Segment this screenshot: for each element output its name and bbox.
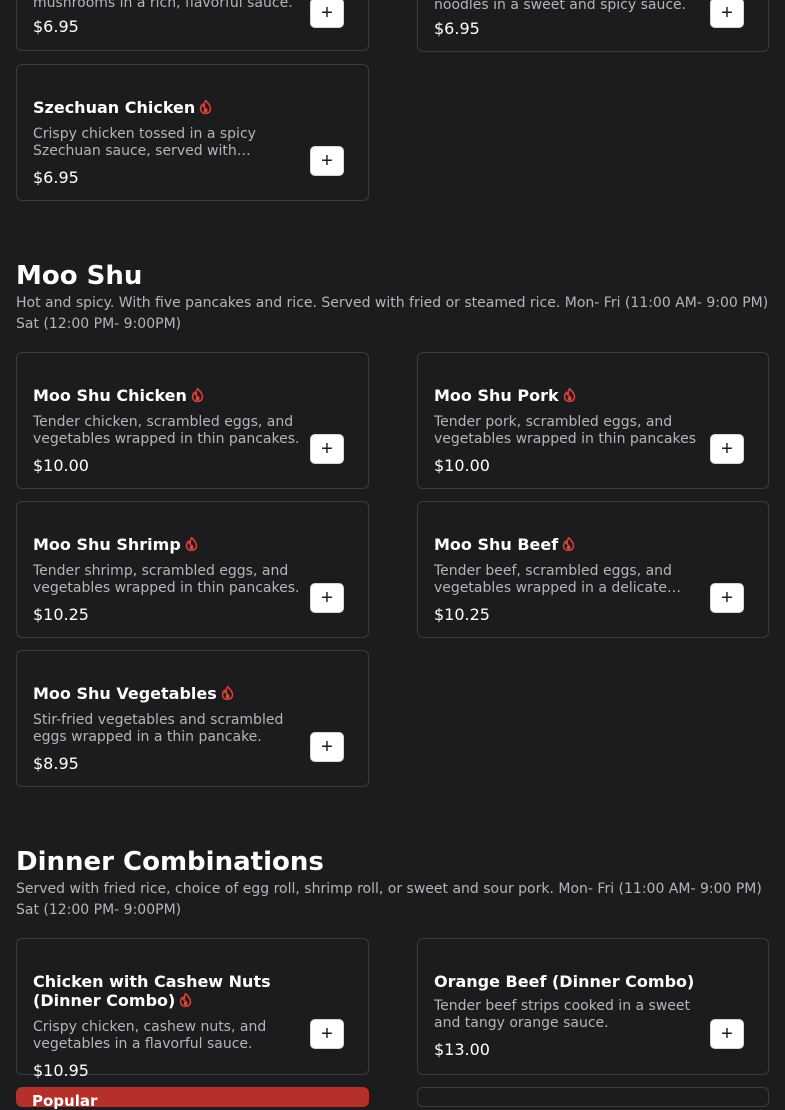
- item-price: $6.95: [434, 19, 480, 38]
- add-to-cart-button[interactable]: +: [310, 146, 344, 176]
- item-price: $6.95: [33, 17, 79, 36]
- item-description: Tender beef strips cooked in a sweet and…: [434, 998, 691, 1031]
- spicy-flame-icon: [191, 388, 204, 402]
- menu-item-card[interactable]: mushrooms in a rich, flavorful sauce. $6…: [16, 0, 369, 51]
- add-to-cart-button[interactable]: +: [310, 583, 344, 613]
- spicy-flame-icon: [185, 537, 198, 551]
- spicy-flame-icon: [563, 388, 576, 402]
- item-price: $10.00: [434, 456, 490, 475]
- item-description: Tender beef, scrambled eggs, and vegetab…: [434, 563, 672, 596]
- item-name: Chicken with Cashew Nuts (Dinner Combo): [33, 972, 271, 1010]
- item-price: $10.25: [33, 605, 89, 624]
- menu-item-card[interactable]: Moo Shu Shrimp Tender shrimp, scrambled …: [16, 501, 369, 638]
- section-description: Hot and spicy. With five pancakes and ri…: [16, 295, 769, 332]
- item-description: mushrooms in a rich, flavorful sauce.: [33, 0, 293, 11]
- item-name: Moo Shu Pork: [434, 386, 708, 405]
- item-price: $6.95: [33, 168, 79, 187]
- item-description: Tender pork, scrambled eggs, and vegetab…: [434, 414, 697, 447]
- item-description: noodles in a sweet and spicy sauce.: [434, 0, 687, 13]
- item-name: Szechuan Chicken: [33, 98, 308, 117]
- item-description: Crispy chicken, cashew nuts, and vegetab…: [33, 1019, 267, 1052]
- add-to-cart-button[interactable]: +: [710, 434, 744, 464]
- item-description: Tender shrimp, scrambled eggs, and veget…: [33, 563, 300, 596]
- item-description: Stir-fried vegetables and scrambled eggs…: [33, 712, 284, 745]
- menu-item-card[interactable]: Moo Shu Vegetables Stir-fried vegetables…: [16, 650, 369, 787]
- add-to-cart-button[interactable]: +: [310, 434, 344, 464]
- item-price: $10.25: [434, 605, 490, 624]
- popular-badge-card[interactable]: Popular: [16, 1087, 369, 1110]
- section-title: Moo Shu: [16, 261, 143, 291]
- menu-item-card[interactable]: Chicken with Cashew Nuts (Dinner Combo) …: [16, 938, 369, 1080]
- spicy-flame-icon: [199, 100, 212, 114]
- item-price: $13.00: [434, 1040, 490, 1059]
- add-to-cart-button[interactable]: +: [310, 1019, 344, 1049]
- spicy-flame-icon: [179, 993, 192, 1007]
- item-name: Moo Shu Beef: [434, 535, 708, 554]
- item-description: Crispy chicken tossed in a spicy Szechua…: [33, 126, 256, 159]
- item-name: Orange Beef (Dinner Combo): [434, 972, 695, 991]
- add-to-cart-button[interactable]: +: [310, 732, 344, 762]
- item-name: Moo Shu Vegetables: [33, 684, 308, 703]
- item-name: Moo Shu Chicken: [33, 386, 308, 405]
- menu-item-card[interactable]: Orange Beef (Dinner Combo) Tender beef s…: [417, 938, 769, 1075]
- menu-item-card[interactable]: Moo Shu Chicken Tender chicken, scramble…: [16, 352, 369, 489]
- menu-item-card[interactable]: Szechuan Chicken Crispy chicken tossed i…: [16, 64, 369, 201]
- add-to-cart-button[interactable]: +: [710, 583, 744, 613]
- menu-item-card[interactable]: Moo Shu Beef Tender beef, scrambled eggs…: [417, 501, 769, 638]
- spicy-flame-icon: [221, 686, 234, 700]
- add-to-cart-button[interactable]: +: [310, 0, 344, 28]
- item-description: Tender chicken, scrambled eggs, and vege…: [33, 414, 300, 447]
- add-to-cart-button[interactable]: +: [710, 1019, 744, 1049]
- menu-item-card[interactable]: Moo Shu Pork Tender pork, scrambled eggs…: [417, 352, 769, 489]
- section-title: Dinner Combinations: [16, 847, 324, 877]
- spicy-flame-icon: [562, 537, 575, 551]
- item-name: Moo Shu Shrimp: [33, 535, 308, 554]
- item-price: $8.95: [33, 754, 79, 773]
- section-description: Served with fried rice, choice of egg ro…: [16, 881, 762, 918]
- menu-item-card[interactable]: [417, 1087, 769, 1107]
- item-price: $10.00: [33, 456, 89, 475]
- add-to-cart-button[interactable]: +: [710, 0, 744, 28]
- item-price: $10.95: [33, 1061, 89, 1080]
- menu-item-card[interactable]: noodles in a sweet and spicy sauce. $6.9…: [417, 0, 769, 52]
- popular-badge-label: Popular: [32, 1092, 98, 1110]
